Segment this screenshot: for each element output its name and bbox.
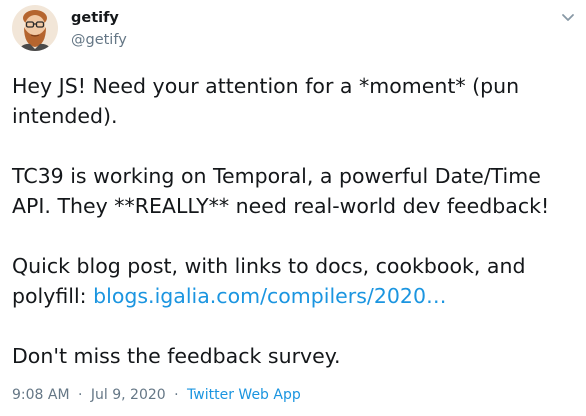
meta-separator: ·: [174, 387, 179, 403]
link-prefix: polyfill:: [12, 284, 94, 308]
user-handle[interactable]: @getify: [71, 32, 127, 48]
tweet-paragraph: Don't miss the feedback survey.: [12, 341, 578, 371]
tweet-line: TC39 is working on Temporal, a powerful …: [12, 164, 541, 188]
tweet-line: Don't miss the feedback survey.: [12, 344, 341, 368]
chevron-down-icon[interactable]: [560, 9, 576, 25]
tweet-date[interactable]: Jul 9, 2020: [91, 387, 166, 403]
tweet-text: Hey JS! Need your attention for a *momen…: [12, 71, 578, 371]
tweet-line: API. They **REALLY** need real-world dev…: [12, 194, 550, 218]
tweet-header: getify @getify: [12, 5, 127, 57]
tweet-line: intended).: [12, 104, 118, 128]
avatar[interactable]: [12, 5, 58, 51]
tweet-line-with-link: polyfill: blogs.igalia.com/compilers/202…: [12, 281, 578, 311]
meta-separator: ·: [78, 387, 83, 403]
tweet-paragraph: Quick blog post, with links to docs, coo…: [12, 251, 578, 311]
tweet-line: Quick blog post, with links to docs, coo…: [12, 254, 526, 278]
blog-link[interactable]: blogs.igalia.com/compilers/2020…: [93, 284, 446, 308]
tweet-time[interactable]: 9:08 AM: [12, 387, 70, 403]
tweet-card: getify @getify Hey JS! Need your attenti…: [0, 0, 586, 416]
user-names: getify @getify: [71, 11, 127, 47]
bearded-man-avatar-icon: [12, 5, 58, 51]
tweet-paragraph: Hey JS! Need your attention for a *momen…: [12, 71, 578, 131]
tweet-metadata: 9:08 AM · Jul 9, 2020 · Twitter Web App: [12, 387, 301, 403]
display-name[interactable]: getify: [71, 11, 127, 26]
tweet-paragraph: TC39 is working on Temporal, a powerful …: [12, 161, 578, 221]
source-app-link[interactable]: Twitter Web App: [187, 387, 301, 403]
tweet-line: Hey JS! Need your attention for a *momen…: [12, 74, 520, 98]
